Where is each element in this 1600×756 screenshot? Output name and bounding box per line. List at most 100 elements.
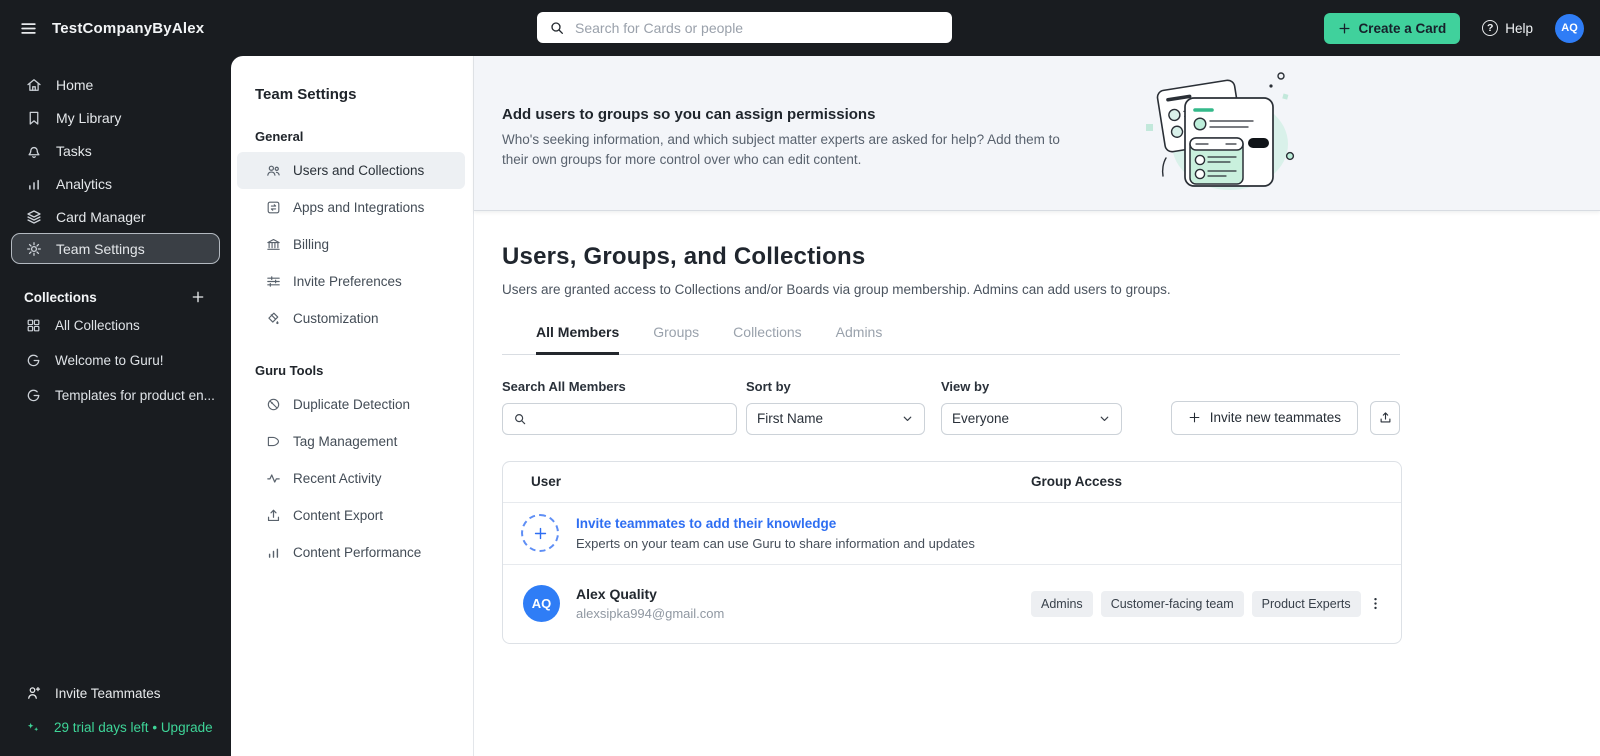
export-icon [267, 509, 280, 522]
sort-by-value: First Name [757, 411, 824, 426]
member-name: Alex Quality [576, 586, 657, 602]
sort-by-select[interactable]: First Name [746, 402, 925, 435]
guru-collection-icon [27, 389, 40, 402]
sidebar-footer: Invite Teammates 29 trial days left • Up… [0, 676, 231, 744]
member-avatar: AQ [523, 585, 560, 622]
tab-admins[interactable]: Admins [836, 324, 883, 354]
search-members-input[interactable] [535, 411, 726, 426]
settings-panel-title: Team Settings [255, 86, 357, 103]
banner-description: Who's seeking information, and which sub… [502, 132, 1060, 168]
sidebar-item-tasks[interactable]: Tasks [0, 134, 231, 167]
invite-plus-icon[interactable] [521, 514, 559, 552]
global-search[interactable] [537, 12, 952, 43]
integrations-icon [267, 201, 280, 214]
group-badge-customer-facing-team: Customer-facing team [1100, 590, 1244, 617]
view-by-select[interactable]: Everyone [941, 402, 1122, 435]
settings-nav-panel: Team Settings General Users and Collecti… [231, 56, 474, 756]
tab-all-members[interactable]: All Members [536, 324, 620, 355]
search-icon [549, 20, 565, 36]
add-collection-button[interactable] [189, 288, 207, 306]
page-title: Users, Groups, and Collections [502, 243, 866, 270]
sparkles-icon [27, 722, 39, 731]
column-header-user: User [531, 474, 562, 489]
sidebar-item-my-library[interactable]: My Library [0, 101, 231, 134]
upgrade-link[interactable]: Upgrade [161, 720, 213, 735]
row-options-kebab-icon[interactable] [1363, 592, 1387, 616]
search-members-label: Search All Members [502, 378, 626, 394]
bookmark-icon [29, 111, 39, 125]
grid-icon [27, 319, 40, 332]
help-button[interactable]: ? Help [1482, 20, 1533, 36]
sidebar-item-analytics[interactable]: Analytics [0, 167, 231, 200]
collections-label: Collections [24, 289, 97, 305]
settings-item-invite-preferences[interactable]: Invite Preferences [231, 263, 473, 300]
topbar-actions: Create a Card ? Help AQ [1324, 0, 1584, 56]
create-card-button[interactable]: Create a Card [1324, 12, 1461, 44]
app-window: TestCompanyByAlex Create a Card ? Help A… [0, 0, 1600, 756]
settings-item-content-performance[interactable]: Content Performance [231, 534, 473, 571]
company-name[interactable]: TestCompanyByAlex [52, 20, 204, 37]
sidebar-item-all-collections[interactable]: All Collections [0, 308, 231, 343]
settings-item-customization[interactable]: Customization [231, 300, 473, 337]
search-members-field[interactable] [502, 402, 737, 435]
settings-section-guru-tools: Guru Tools [255, 363, 324, 378]
members-tabs: All Members Groups Collections Admins [502, 324, 1400, 355]
settings-item-billing[interactable]: Billing [231, 226, 473, 263]
invite-teammates-row: Invite teammates to add their knowledge … [503, 503, 1401, 565]
bar-chart-icon [29, 179, 39, 190]
invite-teammates-link[interactable]: Invite teammates to add their knowledge [576, 516, 975, 531]
tab-groups[interactable]: Groups [653, 324, 699, 354]
plus-icon [1338, 22, 1351, 35]
sidebar-item-team-settings[interactable]: Team Settings [11, 233, 220, 264]
sliders-icon [267, 276, 280, 287]
sidebar-item-card-manager[interactable]: Card Manager [0, 200, 231, 233]
group-badge-product-experts: Product Experts [1251, 590, 1361, 617]
trial-days-text: 29 trial days left [54, 719, 149, 735]
primary-sidebar: Home My Library Tasks Analytics Card Man… [0, 56, 231, 756]
invite-new-teammates-button[interactable]: Invite new teammates [1170, 400, 1358, 435]
sort-by-label: Sort by [746, 378, 791, 394]
banner-title: Add users to groups so you can assign pe… [502, 106, 876, 123]
home-icon [27, 78, 41, 91]
global-search-input[interactable] [575, 19, 940, 36]
members-table: User Group Access Invite teammates to ad… [502, 460, 1402, 644]
chevron-down-icon [903, 416, 912, 421]
duplicate-detection-icon [267, 398, 280, 411]
hamburger-menu-icon[interactable] [16, 16, 40, 40]
sidebar-item-welcome-to-guru[interactable]: Welcome to Guru! [0, 343, 231, 378]
guru-collection-icon [27, 354, 40, 367]
tag-icon [267, 436, 280, 447]
settings-item-users-and-collections[interactable]: Users and Collections [237, 152, 465, 189]
gear-icon [27, 241, 41, 256]
bell-icon [28, 146, 40, 158]
settings-item-recent-activity[interactable]: Recent Activity [231, 460, 473, 497]
search-icon [515, 413, 526, 424]
settings-item-duplicate-detection[interactable]: Duplicate Detection [231, 386, 473, 423]
user-avatar[interactable]: AQ [1555, 13, 1584, 43]
sidebar-item-home[interactable]: Home [0, 68, 231, 101]
export-members-button[interactable] [1370, 400, 1400, 435]
person-plus-icon [28, 686, 41, 699]
invite-teammates-button[interactable]: Invite Teammates [0, 676, 231, 710]
settings-item-tag-management[interactable]: Tag Management [231, 423, 473, 460]
layers-icon [27, 209, 41, 224]
plus-icon [192, 291, 204, 303]
tab-collections[interactable]: Collections [733, 324, 801, 354]
bank-icon [267, 238, 280, 250]
users-icon [267, 165, 280, 176]
view-by-value: Everyone [952, 411, 1010, 426]
view-by-label: View by [941, 378, 990, 394]
table-row-alex-quality[interactable]: AQ Alex Quality alexsipka994@gmail.com A… [503, 565, 1401, 643]
paint-bucket-icon [268, 312, 279, 325]
sidebar-item-templates-collection[interactable]: Templates for product en... [0, 378, 231, 413]
trial-status: 29 trial days left • Upgrade [0, 710, 231, 744]
group-badge-admins: Admins [1031, 590, 1093, 617]
question-mark-icon: ? [1482, 20, 1499, 36]
column-header-group-access: Group Access [1031, 474, 1123, 489]
group-badges: Admins Customer-facing team Product Expe… [1031, 590, 1361, 617]
collections-section-header: Collections [24, 288, 207, 306]
main-content: Add users to groups so you can assign pe… [474, 56, 1600, 756]
settings-item-apps-and-integrations[interactable]: Apps and Integrations [231, 189, 473, 226]
export-icon [1380, 412, 1390, 423]
settings-item-content-export[interactable]: Content Export [231, 497, 473, 534]
